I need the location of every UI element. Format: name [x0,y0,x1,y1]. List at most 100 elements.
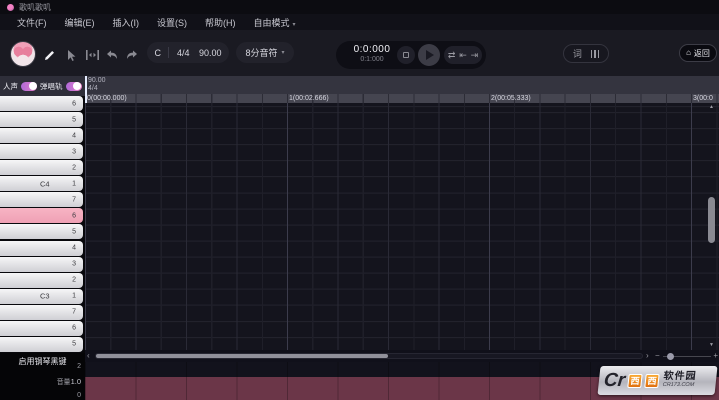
tracks-button[interactable] [590,49,600,58]
horizontal-scrollbar-thumb[interactable] [96,354,388,358]
piano-key-degree-6-14[interactable]: 6 [0,320,83,336]
piano-key-degree-5-1[interactable]: 5 [0,112,83,128]
stop-button[interactable] [397,46,415,64]
piano-key-degree-4-9[interactable]: 4 [0,240,83,256]
piano-key-degree-2-4[interactable]: 2 [0,160,83,176]
stop-icon [403,52,409,58]
vocal-toggle[interactable] [21,81,37,91]
timeline-ruler[interactable]: 0(00:00.000) 1(00:02.666) 2(00:05.333) 3(00… [85,94,719,103]
scroll-right-icon[interactable]: › [646,351,649,361]
home-icon: ⌂ [686,48,691,57]
key-degree-label: 1 [72,292,76,300]
piano-key-degree-4-2[interactable]: 4 [0,128,83,144]
menu-item-6[interactable]: 自由模式 ▾ [245,16,305,29]
undo-button[interactable] [104,47,120,63]
menu-item-4[interactable]: 设置(S) [148,16,196,29]
key-degree-label: 6 [72,100,76,107]
playhead[interactable] [85,76,87,103]
key-note-label: C3 [40,291,50,301]
skip-start-button[interactable]: ⇤ [459,50,467,60]
divider [168,47,170,58]
current-time: 0:0:000 [353,44,391,55]
toolbar: C 4/4 90.00 8分音符 ▾ 0:0:000 0:1:000 ⇄ ⇤ ⇥ [0,30,719,76]
accompaniment-toggle[interactable] [65,81,82,91]
note-value-dropdown[interactable]: 8分音符 ▾ [236,42,294,63]
menu-item-5[interactable]: 帮助(H) [196,16,245,29]
bottom-left-panel: 启用钢琴黑键 2 音量1.0 0 [0,353,85,400]
piano-key-degree-3-3[interactable]: 3 [0,144,83,160]
timeline-marker-0: 0(00:00.000) [87,94,127,102]
piano-key-C4-5[interactable]: 1 C4 [0,176,83,192]
app-window: 歌叽歌叽 文件(F) 编辑(E) 插入(I) 设置(S) 帮助(H) 自由模式 ▾ [0,0,719,400]
key-degree-label: 1 [72,180,76,188]
menu-item-1[interactable]: 文件(F) [8,16,56,29]
horizontal-scroll-row: ‹ › − + [85,350,719,362]
loop-button[interactable]: ⇄ [448,50,456,60]
key-degree-label: 5 [72,116,76,124]
key-degree-label: 5 [72,228,76,236]
key-tempo-control[interactable]: C 4/4 90.00 [147,42,229,63]
key-degree-label: 7 [72,308,76,316]
tempo-value[interactable]: 90.00 [197,48,224,58]
toggle-knob [73,82,81,90]
redo-icon [127,50,137,59]
piano-key-degree-6-0[interactable]: 6 [0,96,83,111]
horizontal-scrollbar[interactable] [95,353,643,359]
key-degree-label: 2 [72,276,76,284]
time-signature-value[interactable]: 4/4 [175,48,192,58]
zoom-in-icon[interactable]: + [713,351,718,360]
vertical-scrollbar-thumb[interactable] [708,197,715,243]
key-degree-label: 7 [72,196,76,204]
enable-black-keys-label[interactable]: 启用钢琴黑键 [0,356,85,367]
timeline-marker-2: 2(00:05.333) [491,94,531,102]
piano-key-degree-5-8[interactable]: 5 [0,224,83,240]
stretch-tool-button[interactable] [84,47,100,63]
key-degree-label: 4 [72,132,76,140]
timeline-signature: 4/4 [88,85,98,92]
key-degree-label: 6 [72,324,76,332]
note-value-label: 8分音符 [245,48,278,58]
zoom-out-icon[interactable]: − [655,351,660,360]
key-degree-label: 4 [72,244,76,252]
select-tool-button[interactable] [63,47,79,63]
play-button[interactable] [418,44,440,66]
redo-button[interactable] [124,47,140,63]
menu-item-3[interactable]: 插入(I) [104,16,149,29]
toggle-knob [28,82,37,90]
zoom-slider-knob[interactable] [667,352,674,360]
pencil-tool-button[interactable] [41,47,57,63]
piano-key-degree-5-15[interactable]: 5 [0,336,83,352]
piano-key-degree-3-10[interactable]: 3 [0,256,83,272]
timeline-header[interactable]: 90.00 4/4 0(00:00.000) 1(00:02.666) 2(00:0… [85,76,719,103]
piano-roll-grid[interactable] [85,103,719,350]
piano-key-degree-7-13[interactable]: 7 [0,304,83,320]
lyrics-button[interactable]: 词 [573,47,582,60]
cursor-icon [68,49,76,61]
timeline-marker-1: 1(00:02.666) [289,94,329,102]
back-button[interactable]: ⌂ 返回 [679,44,717,62]
zoom-control: − + [655,350,719,362]
menu-item-2[interactable]: 编辑(E) [56,16,104,29]
key-signature-value[interactable]: C [152,48,163,58]
piano-key-degree-6-7[interactable]: 6 [0,208,83,224]
piano-key-degree-2-11[interactable]: 2 [0,272,83,288]
dropdown-arrow-icon: ▾ [292,21,296,28]
watermark-site-name: 软件园 [662,371,698,383]
play-icon [426,50,434,60]
skip-end-button[interactable]: ⇥ [471,50,479,60]
piano-keys: 6 5 4 3 2 1 C4 7 6 5 4 3 2 1 C3 7 6 5 [0,96,85,353]
piano-key-degree-7-6[interactable]: 7 [0,192,83,208]
scroll-down-icon[interactable]: ▼ [704,342,719,348]
vertical-scrollbar[interactable]: ▲ ▼ [704,103,719,350]
chevron-down-icon: ▾ [281,50,285,56]
scroll-left-icon[interactable]: ‹ [87,351,90,361]
key-degree-label: 2 [72,164,76,172]
lyrics-tracks-group: 词 [563,44,609,63]
timeline-marker-3: 3(00:0 [693,94,713,102]
key-degree-label: 3 [72,148,76,156]
avatar[interactable] [10,41,36,67]
scroll-up-icon[interactable]: ▲ [704,104,719,110]
piano-key-C3-12[interactable]: 1 C3 [0,288,83,304]
pencil-icon [44,50,54,60]
watermark-logo: Cr [602,370,627,391]
